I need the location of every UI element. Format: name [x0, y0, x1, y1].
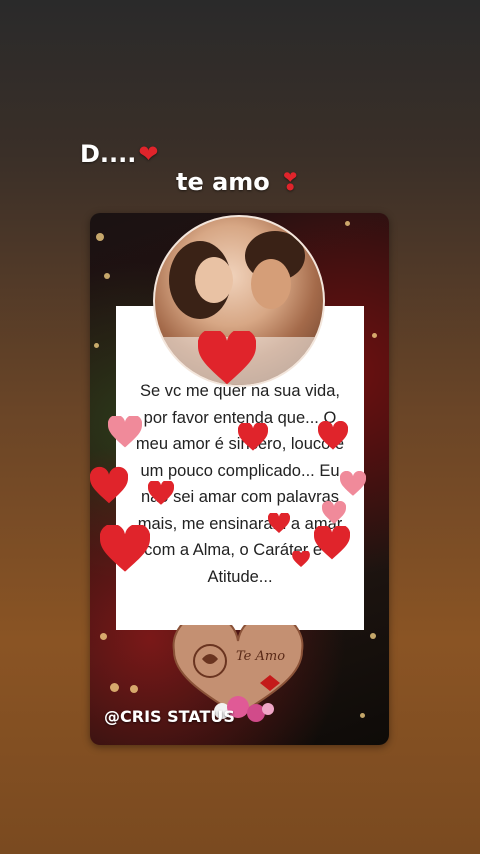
red-heart-icon: ❤: [138, 140, 159, 168]
bokeh-light: [110, 683, 119, 692]
bokeh-light: [100, 633, 107, 640]
bokeh-light: [94, 343, 99, 348]
bokeh-light: [372, 333, 377, 338]
bokeh-light: [360, 713, 365, 718]
red-heart-icon: [318, 421, 348, 450]
bokeh-light: [104, 273, 110, 279]
bokeh-light: [130, 685, 138, 693]
pink-heart-icon: [322, 501, 346, 524]
red-heart-icon: [100, 525, 150, 572]
bokeh-light: [345, 221, 350, 226]
watermark: @CRIS STATUS: [104, 707, 235, 726]
pink-heart-icon: [340, 471, 366, 496]
heart-exclamation-icon: ❣: [280, 168, 301, 196]
bokeh-light: [370, 633, 376, 639]
caption-text: te amo: [176, 168, 270, 196]
badge-text: Te Amo: [236, 649, 286, 664]
red-heart-icon: [90, 466, 128, 504]
story-caption-line1: D....❤: [80, 140, 159, 168]
face-shape: [195, 257, 233, 303]
red-heart-icon: [292, 551, 310, 567]
pink-heart-icon: [108, 416, 142, 448]
red-heart-icon: [268, 513, 290, 533]
story-caption-line2: te amo ❣: [176, 168, 300, 196]
bokeh-light: [96, 233, 104, 241]
red-heart-icon: [198, 331, 256, 385]
story-post: Se vc me quer na sua vida, por favor ent…: [90, 213, 389, 745]
red-heart-icon: [148, 481, 174, 505]
caption-text: D....: [80, 140, 137, 168]
red-heart-icon: [314, 526, 350, 560]
face-shape: [251, 259, 291, 309]
red-heart-icon: [238, 423, 268, 451]
